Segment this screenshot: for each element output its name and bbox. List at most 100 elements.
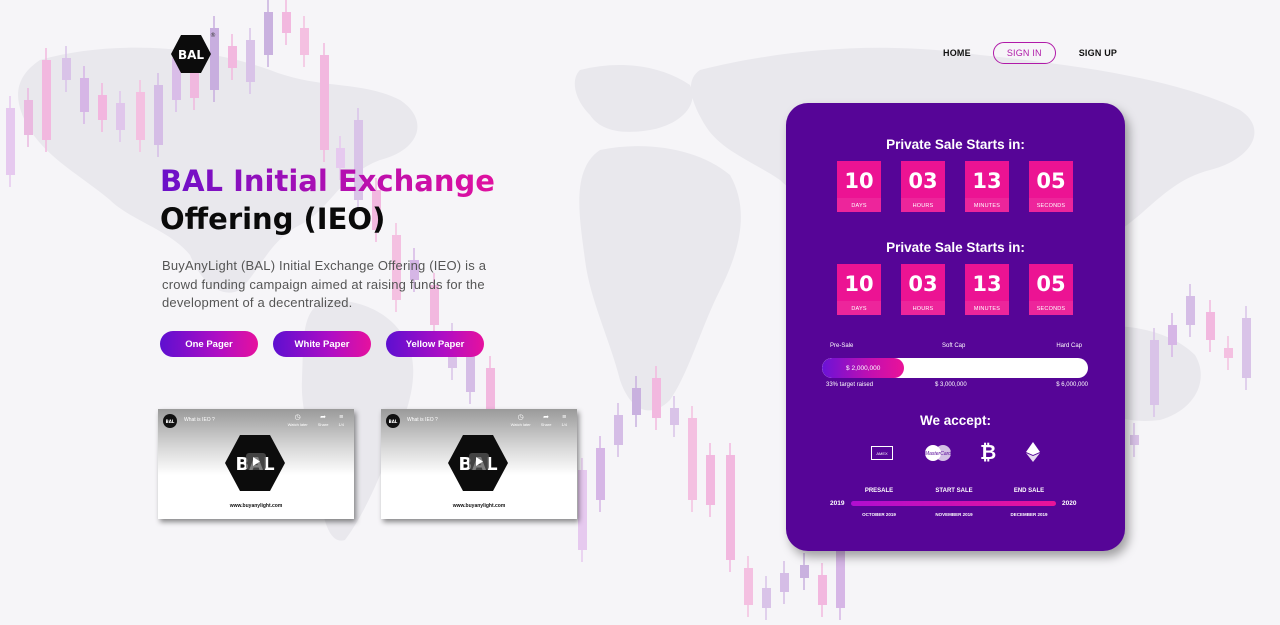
timeline-stage-label: PRESALE (864, 488, 894, 494)
hero-title-rest: Offering (IEO) (160, 202, 386, 236)
candle-body (780, 573, 789, 592)
ethereum-icon (1026, 442, 1040, 462)
countdown-title: Private Sale Starts in: (886, 137, 1025, 152)
clock-icon: ◷ (517, 414, 524, 421)
logo-text: BAL (178, 48, 204, 62)
share-icon: ➦ (543, 414, 550, 421)
candle-body (1150, 340, 1159, 405)
candle-body (1206, 312, 1215, 340)
candle-body (80, 78, 89, 112)
candle-body (818, 575, 827, 605)
timeline-stage-label: END SALE (1013, 488, 1045, 494)
document-buttons: One Pager White Paper Yellow Paper (160, 331, 484, 357)
video-player-2[interactable]: BAL What is IEO ? ◷ Watch later ➦ Share ≡ 1… (381, 409, 577, 519)
channel-avatar[interactable]: BAL (386, 414, 400, 428)
watch-later-button[interactable]: ◷ Watch later (288, 414, 308, 427)
candle-body (300, 28, 309, 55)
candle-body (744, 568, 753, 605)
candle-body (154, 85, 163, 145)
mastercard-text: MasterCard (925, 451, 951, 457)
candle-body (486, 368, 495, 410)
accepted-payments-title: We accept: (919, 413, 992, 428)
candle-body (632, 388, 641, 415)
video-play-logo[interactable]: BAL (224, 434, 286, 492)
nav-home-link[interactable]: HOME (943, 48, 971, 58)
share-icon: ➦ (320, 414, 327, 421)
timeline-stage-date: OCTOBER 2019 (862, 512, 896, 517)
soft-cap-value: $ 3,000,000 (935, 382, 967, 388)
candle-body (836, 548, 845, 608)
countdown-minutes: 13 MINUTES (965, 264, 1009, 315)
candle-body (116, 103, 125, 130)
candle-body (578, 470, 587, 550)
playlist-button[interactable]: ≡ 1/4 (561, 414, 567, 427)
candle-body (24, 100, 33, 135)
playlist-icon: ≡ (562, 414, 567, 421)
yellow-paper-button[interactable]: Yellow Paper (386, 331, 484, 357)
countdown-timer: 10 DAYS 03 HOURS 13 MINUTES 05 SECONDS (837, 264, 1073, 315)
playlist-icon: ≡ (339, 414, 344, 421)
candle-body (190, 70, 199, 98)
video-player-1[interactable]: BAL What is IEO ? ◷ Watch later ➦ Share ≡ 1… (158, 409, 354, 519)
clock-icon: ◷ (294, 414, 301, 421)
channel-avatar[interactable]: BAL (163, 414, 177, 428)
funding-progress-bar: $ 2,000,000 (822, 358, 1088, 378)
video-toolbar: ◷ Watch later ➦ Share ≡ 1/4 (288, 414, 344, 427)
candle-body (6, 108, 15, 175)
white-paper-button[interactable]: White Paper (273, 331, 371, 357)
hero-title-highlight: BAL Initial Exchange (160, 164, 495, 198)
funding-progress-fill: $ 2,000,000 (822, 358, 905, 378)
candle-body (1168, 325, 1177, 345)
candle-body (670, 408, 679, 425)
sign-up-link[interactable]: SIGN UP (1079, 48, 1117, 58)
hard-cap-label: Hard Cap (1056, 343, 1082, 349)
candle-body (264, 12, 273, 55)
candle-body (688, 418, 697, 500)
amex-icon: AMEX (871, 446, 893, 460)
candle-body (98, 95, 107, 120)
share-button[interactable]: ➦ Share (318, 414, 329, 427)
soft-cap-label: Soft Cap (942, 343, 966, 349)
candle-body (136, 92, 145, 140)
playlist-button[interactable]: ≡ 1/4 (338, 414, 344, 427)
candle-body (800, 565, 809, 578)
video-play-logo[interactable]: BAL (447, 434, 509, 492)
one-pager-button[interactable]: One Pager (160, 331, 258, 357)
timeline-stage-date: DECEMBER 2019 (1010, 512, 1048, 517)
timeline-end-year: 2020 (1062, 500, 1077, 507)
video-title[interactable]: What is IEO ? (184, 417, 215, 423)
bitcoin-icon: ₿ (980, 440, 997, 464)
hero-title: BAL Initial Exchange Offering (IEO) (160, 162, 495, 238)
video-toolbar: ◷ Watch later ➦ Share ≡ 1/4 (511, 414, 567, 427)
timeline-stage-label: START SALE (935, 488, 973, 494)
candle-body (1242, 318, 1251, 378)
candle-body (726, 455, 735, 560)
countdown-title: Private Sale Starts in: (886, 240, 1025, 255)
share-button[interactable]: ➦ Share (541, 414, 552, 427)
logo-registered-mark: ® (210, 32, 216, 39)
top-nav: HOME SIGN IN SIGN UP (930, 42, 1117, 64)
countdown-days: 10 DAYS (837, 264, 881, 315)
candle-body (282, 12, 291, 33)
countdown-hours: 03 HOURS (901, 161, 945, 212)
candle-body (228, 46, 237, 68)
candle-body (762, 588, 771, 608)
mastercard-icon: MasterCard (925, 445, 951, 461)
candle-body (42, 60, 51, 140)
timeline-bar (851, 501, 1056, 506)
video-url-text: www.buyanylight.com (452, 503, 506, 509)
countdown-minutes: 13 MINUTES (965, 161, 1009, 212)
candle-body (466, 355, 475, 392)
watch-later-button[interactable]: ◷ Watch later (511, 414, 531, 427)
candle-body (706, 455, 715, 505)
candle-body (596, 448, 605, 500)
candle-body (1186, 296, 1195, 325)
sale-panel: Private Sale Starts in: 10 DAYS 03 HOURS 1… (786, 103, 1125, 551)
sign-in-button[interactable]: SIGN IN (992, 42, 1056, 64)
countdown-seconds: 05 SECONDS (1029, 161, 1073, 212)
candle-body (1224, 348, 1233, 358)
sale-timeline: 2019 2020 PRESALE START SALE END SALE OC… (786, 488, 1125, 528)
video-title[interactable]: What is IEO ? (407, 417, 438, 423)
bal-logo[interactable]: BAL ® (170, 32, 216, 74)
pre-sale-label: Pre-Sale (830, 343, 854, 349)
